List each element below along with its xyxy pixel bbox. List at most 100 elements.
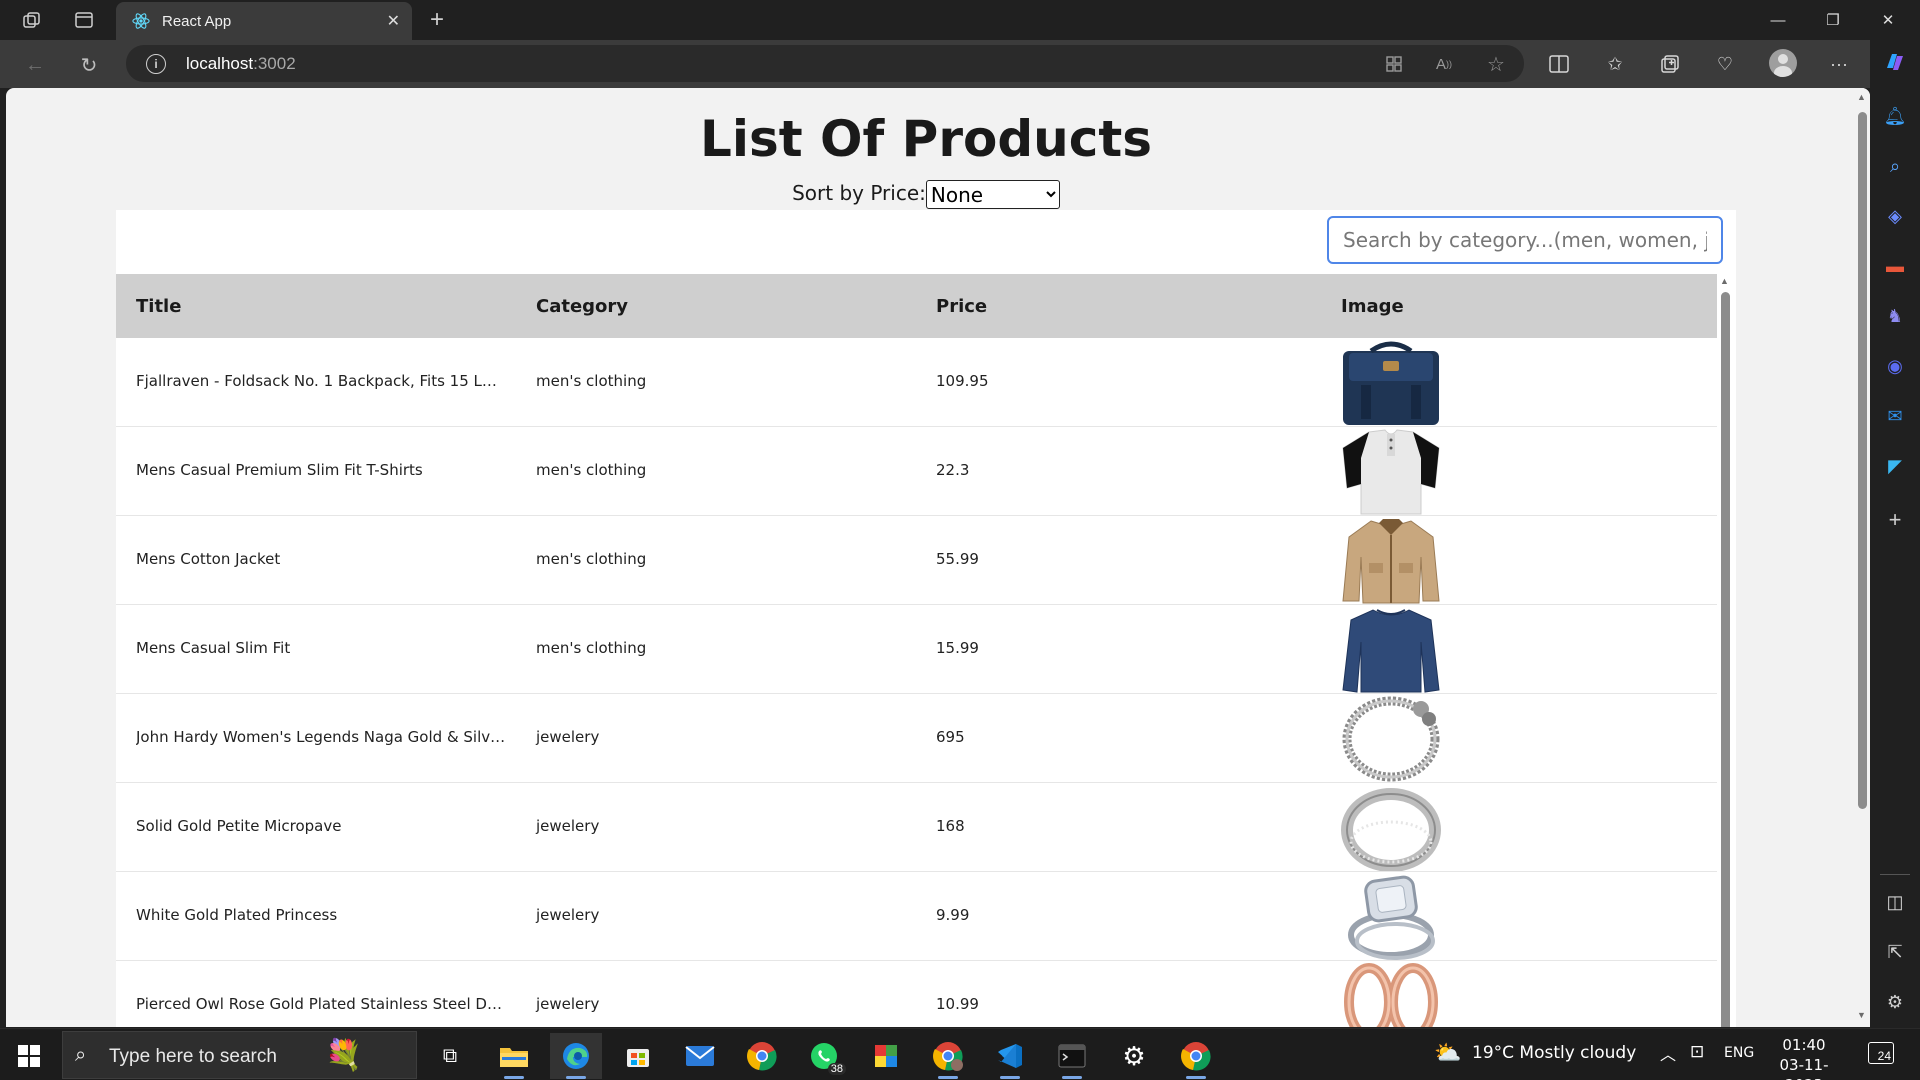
tab-react-app[interactable]: React App ✕ xyxy=(116,2,412,40)
mail-icon[interactable] xyxy=(674,1033,726,1079)
notifications-bell-icon[interactable]: 🔔︎ xyxy=(1883,104,1907,128)
vscode-icon[interactable] xyxy=(984,1033,1036,1079)
table-scroll-thumb[interactable] xyxy=(1721,292,1730,1027)
app-available-icon[interactable] xyxy=(1382,52,1406,76)
search-icon[interactable]: ⌕ xyxy=(1883,154,1907,178)
task-view-icon[interactable]: ⧉ xyxy=(424,1033,476,1079)
windows-taskbar: ⌕ Type here to search 💐 ⧉ 38 ⚙ ⛅ 19°C Mo… xyxy=(0,1028,1920,1080)
product-title: Mens Casual Premium Slim Fit T-Shirts xyxy=(136,461,423,479)
whatsapp-unread-badge: 38 xyxy=(827,1063,846,1075)
back-icon[interactable]: ← xyxy=(20,50,50,80)
product-category: men's clothing xyxy=(536,372,647,390)
table-row[interactable]: Mens Casual Slim Fit men's clothing 15.9… xyxy=(116,605,1717,694)
chrome-icon[interactable] xyxy=(736,1033,788,1079)
category-search-input[interactable] xyxy=(1327,216,1723,264)
clock[interactable]: 01:40 03-11-2023 xyxy=(1764,1035,1844,1080)
copilot-icon[interactable] xyxy=(1883,50,1907,74)
table-row[interactable]: Mens Casual Premium Slim Fit T-Shirts me… xyxy=(116,427,1717,516)
address-url[interactable]: localhost:3002 xyxy=(186,54,296,74)
table-row[interactable]: White Gold Plated Princess jewelery 9.99 xyxy=(116,872,1717,961)
hide-sidebar-icon[interactable]: ◫ xyxy=(1883,890,1907,914)
new-tab-icon[interactable]: + xyxy=(425,6,449,33)
taskbar-search-placeholder: Type here to search xyxy=(109,1046,277,1067)
product-image-bracelet xyxy=(1342,696,1440,782)
weather-text[interactable]: 19°C Mostly cloudy xyxy=(1472,1043,1636,1063)
tools-icon[interactable]: ▬ xyxy=(1883,254,1907,278)
browser-toolbar: ← ↻ i localhost:3002 A)) ☆ ✩ ♡ ··· xyxy=(0,40,1870,88)
weather-cloud-icon[interactable]: ⛅ xyxy=(1434,1041,1461,1066)
chrome-second-icon[interactable] xyxy=(1170,1033,1222,1079)
microsoft-store-icon[interactable] xyxy=(612,1033,664,1079)
favorites-icon[interactable]: ✩ xyxy=(1602,51,1628,77)
product-price: 15.99 xyxy=(936,639,979,657)
product-price: 168 xyxy=(936,817,965,835)
product-title: Pierced Owl Rose Gold Plated Stainless S… xyxy=(136,995,506,1013)
product-category: men's clothing xyxy=(536,461,647,479)
column-header-title[interactable]: Title xyxy=(136,296,181,317)
product-price: 109.95 xyxy=(936,372,989,390)
taskbar-search[interactable]: ⌕ Type here to search 💐 xyxy=(62,1031,417,1079)
restore-button[interactable]: ❐ xyxy=(1813,6,1853,34)
language-indicator[interactable]: ENG xyxy=(1724,1045,1754,1061)
collections-icon[interactable] xyxy=(1657,51,1683,77)
shopping-icon[interactable]: ◈ xyxy=(1883,204,1907,228)
refresh-icon[interactable]: ↻ xyxy=(74,50,104,80)
column-header-image[interactable]: Image xyxy=(1341,296,1404,317)
terminal-icon[interactable] xyxy=(1046,1033,1098,1079)
column-header-price[interactable]: Price xyxy=(936,296,987,317)
clock-time: 01:40 xyxy=(1782,1036,1826,1054)
drop-icon[interactable]: ◤ xyxy=(1883,454,1907,478)
product-title: Mens Cotton Jacket xyxy=(136,550,281,568)
notification-center-icon[interactable]: 24 xyxy=(1868,1042,1894,1064)
page-scroll-up-icon[interactable]: ▲ xyxy=(1857,92,1866,102)
whatsapp-icon[interactable]: 38 xyxy=(798,1033,850,1079)
edge-browser-icon[interactable] xyxy=(550,1033,602,1079)
tab-actions-icon[interactable] xyxy=(72,8,96,32)
table-row[interactable]: Pierced Owl Rose Gold Plated Stainless S… xyxy=(116,961,1717,1027)
table-row[interactable]: John Hardy Women's Legends Naga Gold & S… xyxy=(116,694,1717,783)
product-image-tshirt xyxy=(1342,429,1440,515)
external-open-icon[interactable]: ⇱ xyxy=(1883,940,1907,964)
site-info-icon[interactable]: i xyxy=(146,54,166,74)
network-icon[interactable]: ⊡ xyxy=(1690,1042,1704,1062)
split-screen-icon[interactable] xyxy=(1546,51,1572,77)
tab-close-icon[interactable]: ✕ xyxy=(387,11,400,31)
office-app-icon[interactable] xyxy=(860,1033,912,1079)
file-explorer-icon[interactable] xyxy=(488,1033,540,1079)
show-hidden-icons-chevron-icon[interactable]: ︿ xyxy=(1660,1041,1676,1065)
minimize-button[interactable]: — xyxy=(1758,6,1798,34)
favorite-star-icon[interactable]: ☆ xyxy=(1484,52,1508,76)
table-row[interactable]: Mens Cotton Jacket men's clothing 55.99 xyxy=(116,516,1717,605)
table-row[interactable]: Fjallraven - Foldsack No. 1 Backpack, Fi… xyxy=(116,338,1717,427)
page-scroll-thumb[interactable] xyxy=(1858,112,1867,809)
games-icon[interactable]: ♞ xyxy=(1883,304,1907,328)
table-scrollbar[interactable]: ▲ xyxy=(1717,274,1736,1027)
chrome-profile-icon[interactable] xyxy=(922,1033,974,1079)
product-image-diamond-ring xyxy=(1348,875,1435,960)
sidebar-settings-icon[interactable]: ⚙ xyxy=(1883,990,1907,1014)
notification-count: 24 xyxy=(1877,1049,1891,1063)
product-price: 10.99 xyxy=(936,995,979,1013)
taskbar-search-icon: ⌕ xyxy=(75,1044,87,1066)
microsoft-365-icon[interactable]: ◉ xyxy=(1883,354,1907,378)
settings-gear-icon[interactable]: ⚙ xyxy=(1108,1033,1160,1079)
product-title: John Hardy Women's Legends Naga Gold & S… xyxy=(136,728,506,746)
product-image-jacket xyxy=(1342,519,1440,604)
windows-start-icon[interactable] xyxy=(18,1045,40,1067)
add-sidebar-app-icon[interactable]: + xyxy=(1883,507,1907,532)
table-row[interactable]: Solid Gold Petite Micropave jewelery 168 xyxy=(116,783,1717,872)
close-window-button[interactable]: ✕ xyxy=(1868,6,1908,34)
page-scrollbar[interactable]: ▲ ▼ xyxy=(1854,88,1870,1027)
profile-avatar[interactable] xyxy=(1769,49,1797,77)
scroll-up-arrow-icon[interactable]: ▲ xyxy=(1720,276,1729,286)
column-header-category[interactable]: Category xyxy=(536,296,628,317)
sort-price-select[interactable]: None xyxy=(925,180,1060,209)
outlook-icon[interactable]: ✉ xyxy=(1883,404,1907,428)
browser-essentials-icon[interactable]: ♡ xyxy=(1712,51,1738,77)
page-scroll-down-icon[interactable]: ▼ xyxy=(1857,1010,1866,1020)
sidebar-divider xyxy=(1880,874,1910,875)
more-menu-icon[interactable]: ··· xyxy=(1826,51,1852,77)
read-aloud-icon[interactable]: A)) xyxy=(1432,52,1456,76)
address-bar[interactable]: i localhost:3002 A)) ☆ xyxy=(126,45,1524,82)
workspaces-icon[interactable] xyxy=(20,8,44,32)
